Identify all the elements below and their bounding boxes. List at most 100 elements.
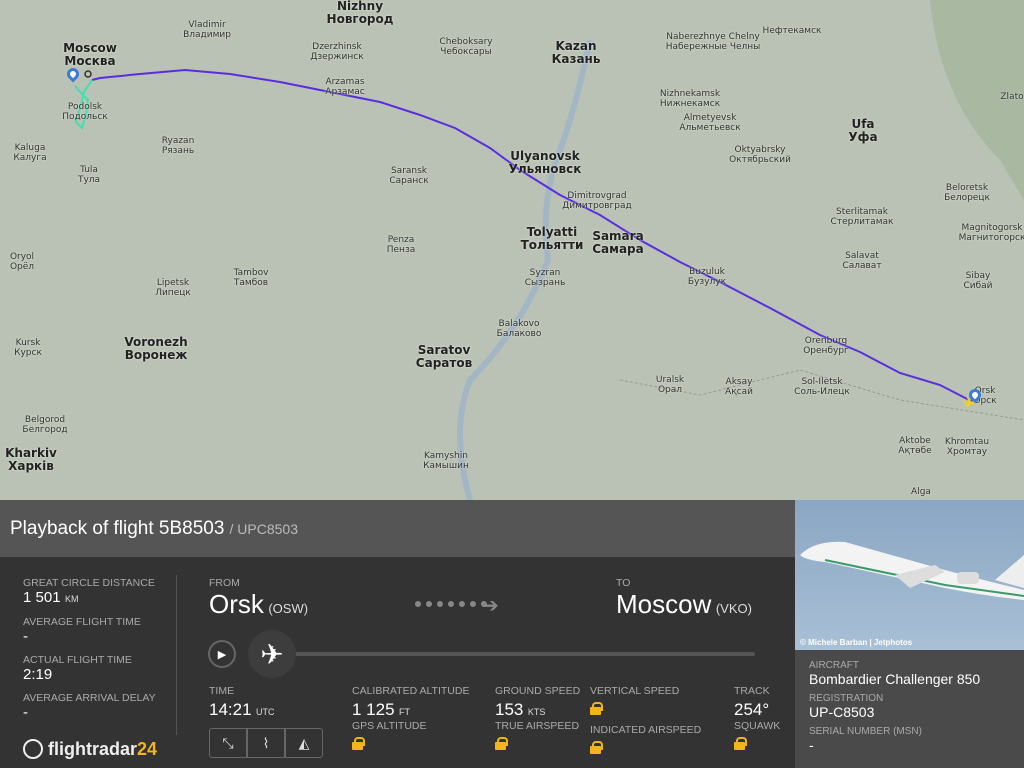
city-label: Uralsk Орал — [656, 375, 684, 395]
city-label: Beloretsk Белорецк — [944, 183, 990, 203]
slider-handle[interactable]: ✈ — [248, 630, 296, 678]
from-city[interactable]: Orsk — [209, 589, 264, 619]
aad-value: - — [23, 704, 28, 721]
gcd-label: Great circle distance — [23, 577, 155, 589]
city-label: Arzamas Арзамас — [325, 77, 364, 97]
city-label: Vladimir Владимир — [183, 20, 231, 40]
city-name-ru: Новгород — [326, 12, 394, 26]
city-label: Salavat Салават — [842, 251, 881, 271]
city-label: Alga — [911, 487, 931, 497]
city-name-en: Cheboksary — [439, 37, 493, 47]
city-label: Saransk Саранск — [389, 166, 428, 186]
city-name-ru: Воронеж — [124, 348, 188, 362]
city-name-en: Nizhnekamsk — [659, 89, 721, 99]
city-label: Voronezh Воронеж — [124, 336, 187, 362]
city-label: Syzran Сызрань — [525, 268, 566, 288]
city-label: Ryazan Рязань — [162, 136, 195, 156]
to-city[interactable]: Moscow — [616, 589, 711, 619]
city-name-ru: Казань — [551, 52, 601, 66]
city-label: Nizhny Новгород — [327, 0, 394, 26]
city-name-ru: Альметьевск — [679, 123, 741, 133]
from-label: FROM — [209, 577, 240, 589]
city-name-en: Alga — [911, 487, 931, 497]
city-name-ru: Тула — [77, 175, 101, 185]
aircraft-panel: © Michele Barban | Jetphotos AIRCRAFT Bo… — [795, 500, 1024, 768]
altitude-graph-button[interactable]: ◭ — [285, 728, 323, 758]
tas-label: True airspeed — [495, 720, 580, 732]
city-name-ru: Стерлитамак — [830, 217, 894, 227]
city-name-en: Vladimir — [188, 20, 226, 30]
city-name-ru: Рязань — [161, 146, 195, 156]
city-name-en: Ryazan — [161, 136, 195, 146]
city-name-ru: Арзамас — [325, 87, 365, 97]
calt-unit: FT — [399, 707, 410, 717]
lock-icon[interactable] — [590, 702, 603, 715]
arrow-head-icon: ➔ — [482, 595, 499, 617]
aircraft-image — [800, 541, 1024, 600]
city-name-ru: Калуга — [13, 153, 47, 163]
city-name-ru: Балаково — [496, 329, 542, 339]
lock-icon[interactable] — [734, 737, 747, 750]
city-label: Kharkiv Харків — [5, 447, 57, 473]
logo[interactable]: flightradar24 — [23, 739, 157, 760]
flight-header: Playback of flight 5B8503 / UPC8503 — [0, 500, 795, 557]
city-name-ru: Соль-Илецк — [794, 387, 850, 397]
aft-value: - — [23, 628, 28, 645]
aircraft-photo[interactable]: © Michele Barban | Jetphotos — [795, 500, 1024, 650]
aad-label: Average arrival delay — [23, 692, 156, 704]
city-name-ru: Пенза — [386, 245, 416, 255]
route-button[interactable]: ⌇ — [247, 728, 285, 758]
city-name-en: Zlato — [1000, 92, 1024, 102]
play-button[interactable]: ▶ — [208, 640, 236, 668]
city-label: Tolyatti Тольятти — [521, 226, 584, 252]
city-name-en: Dzerzhinsk — [312, 42, 362, 52]
city-name-en: Penza — [387, 235, 415, 245]
city-name-en: Kaluga — [14, 143, 46, 153]
lock-icon[interactable] — [495, 737, 508, 750]
map[interactable]: Nizhny Новгород Vladimir Владимир Moscow Моск… — [0, 0, 1024, 500]
city-name-ru: Хромтау — [946, 447, 988, 457]
to-code: (VKO) — [715, 601, 752, 616]
lock-icon[interactable] — [590, 741, 603, 754]
city-name-en: Oktyabrsky — [734, 145, 786, 155]
lock-icon[interactable] — [352, 737, 365, 750]
aircraft-icon[interactable]: ✈ — [962, 393, 975, 412]
city-name-ru: Октябрьский — [729, 155, 791, 165]
city-label: Tula Тула — [78, 165, 100, 185]
city-label: Kursk Курск — [14, 338, 42, 358]
collapse-icon: ⤡ — [222, 734, 234, 751]
city-label: Kaluga Калуга — [13, 143, 46, 163]
city-label: Ufa Уфа — [848, 118, 877, 144]
calt-label: Calibrated altitude — [352, 685, 470, 697]
playback-slider[interactable] — [290, 652, 755, 656]
city-name-ru: Сызрань — [524, 278, 566, 288]
aft-label: Average flight time — [23, 616, 141, 628]
plane-icon: ✈ — [260, 638, 284, 670]
aircraft-value[interactable]: Bombardier Challenger 850 — [809, 671, 1010, 687]
city-name-en: Sol-Iletsk — [801, 377, 843, 387]
city-name-en: Orenburg — [804, 336, 848, 346]
city-name-en: Tambov — [233, 268, 269, 278]
city-label: Naberezhnye Chelny Набережные Челны — [666, 32, 761, 52]
city-name-ru: Тамбов — [233, 278, 269, 288]
gs-unit: KTS — [527, 707, 546, 717]
city-label: Buzuluk Бузулук — [688, 267, 726, 287]
city-label: Kazan Казань — [552, 40, 601, 66]
reg-value[interactable]: UP-C8503 — [809, 704, 1010, 720]
city-name-en: Beloretsk — [945, 183, 989, 193]
city-name-ru: Салават — [842, 261, 882, 271]
reg-label: REGISTRATION — [809, 693, 884, 704]
collapse-button[interactable]: ⤡ — [209, 728, 247, 758]
photo-credit[interactable]: © Michele Barban | Jetphotos — [800, 638, 912, 647]
city-name-en: Sterlitamak — [835, 207, 889, 217]
city-name-en: Aktobe — [899, 436, 931, 446]
track-label: Track — [734, 685, 770, 697]
city-label: Khromtau Хромтау — [945, 437, 989, 457]
city-name-ru: Магнитогорск — [958, 233, 1024, 243]
city-name-ru: Липецк — [155, 288, 191, 298]
msn-value: - — [809, 737, 814, 753]
city-label: Sol-Iletsk Соль-Илецк — [794, 377, 850, 397]
city-name-ru: Владимир — [183, 30, 231, 40]
city-name-en: Almetyevsk — [683, 113, 737, 123]
city-name-ru: Тольятти — [520, 238, 584, 252]
